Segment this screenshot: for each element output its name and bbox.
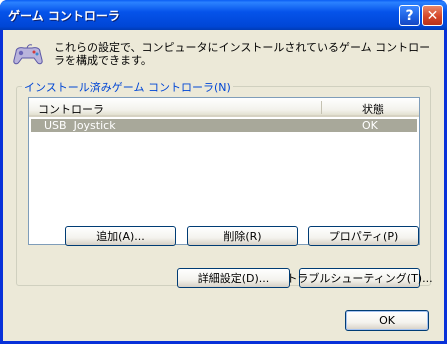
gamepad-icon (13, 44, 43, 65)
column-separator[interactable] (321, 101, 322, 114)
title-bar[interactable]: ゲーム コントローラ ? ✕ (0, 0, 447, 30)
column-header-controller[interactable]: コントローラ (38, 101, 104, 117)
game-controllers-window: ゲーム コントローラ ? ✕ これらの設定で、コンピュータにインストールされてい… (0, 0, 447, 344)
controller-list[interactable]: コントローラ 状態 USB Joystick OK (28, 97, 420, 245)
dialog-body: これらの設定で、コンピュータにインストールされているゲーム コントローラを構成で… (3, 30, 444, 341)
properties-button[interactable]: プロパティ(P) (308, 226, 419, 246)
troubleshoot-button[interactable]: トラブルシューティング(T)... (286, 268, 433, 288)
ok-button[interactable]: OK (345, 310, 429, 331)
close-icon: ✕ (426, 7, 439, 24)
advanced-button[interactable]: 詳細設定(D)... (177, 268, 290, 288)
remove-button[interactable]: 削除(R) (187, 226, 298, 246)
close-button[interactable]: ✕ (422, 5, 443, 26)
window-title: ゲーム コントローラ (8, 9, 120, 23)
add-button[interactable]: 追加(A)... (65, 226, 176, 246)
list-row[interactable]: USB Joystick OK (31, 119, 417, 132)
row-status: OK (362, 119, 378, 132)
column-header-status[interactable]: 状態 (362, 101, 384, 117)
description-text: これらの設定で、コンピュータにインストールされているゲーム コントローラを構成で… (54, 41, 431, 67)
help-icon: ? (405, 7, 414, 24)
group-legend: インストール済みゲーム コントローラ(N) (22, 79, 233, 95)
list-header: コントローラ 状態 (29, 98, 419, 117)
row-controller-name: USB Joystick (44, 119, 116, 132)
help-button[interactable]: ? (399, 5, 420, 26)
